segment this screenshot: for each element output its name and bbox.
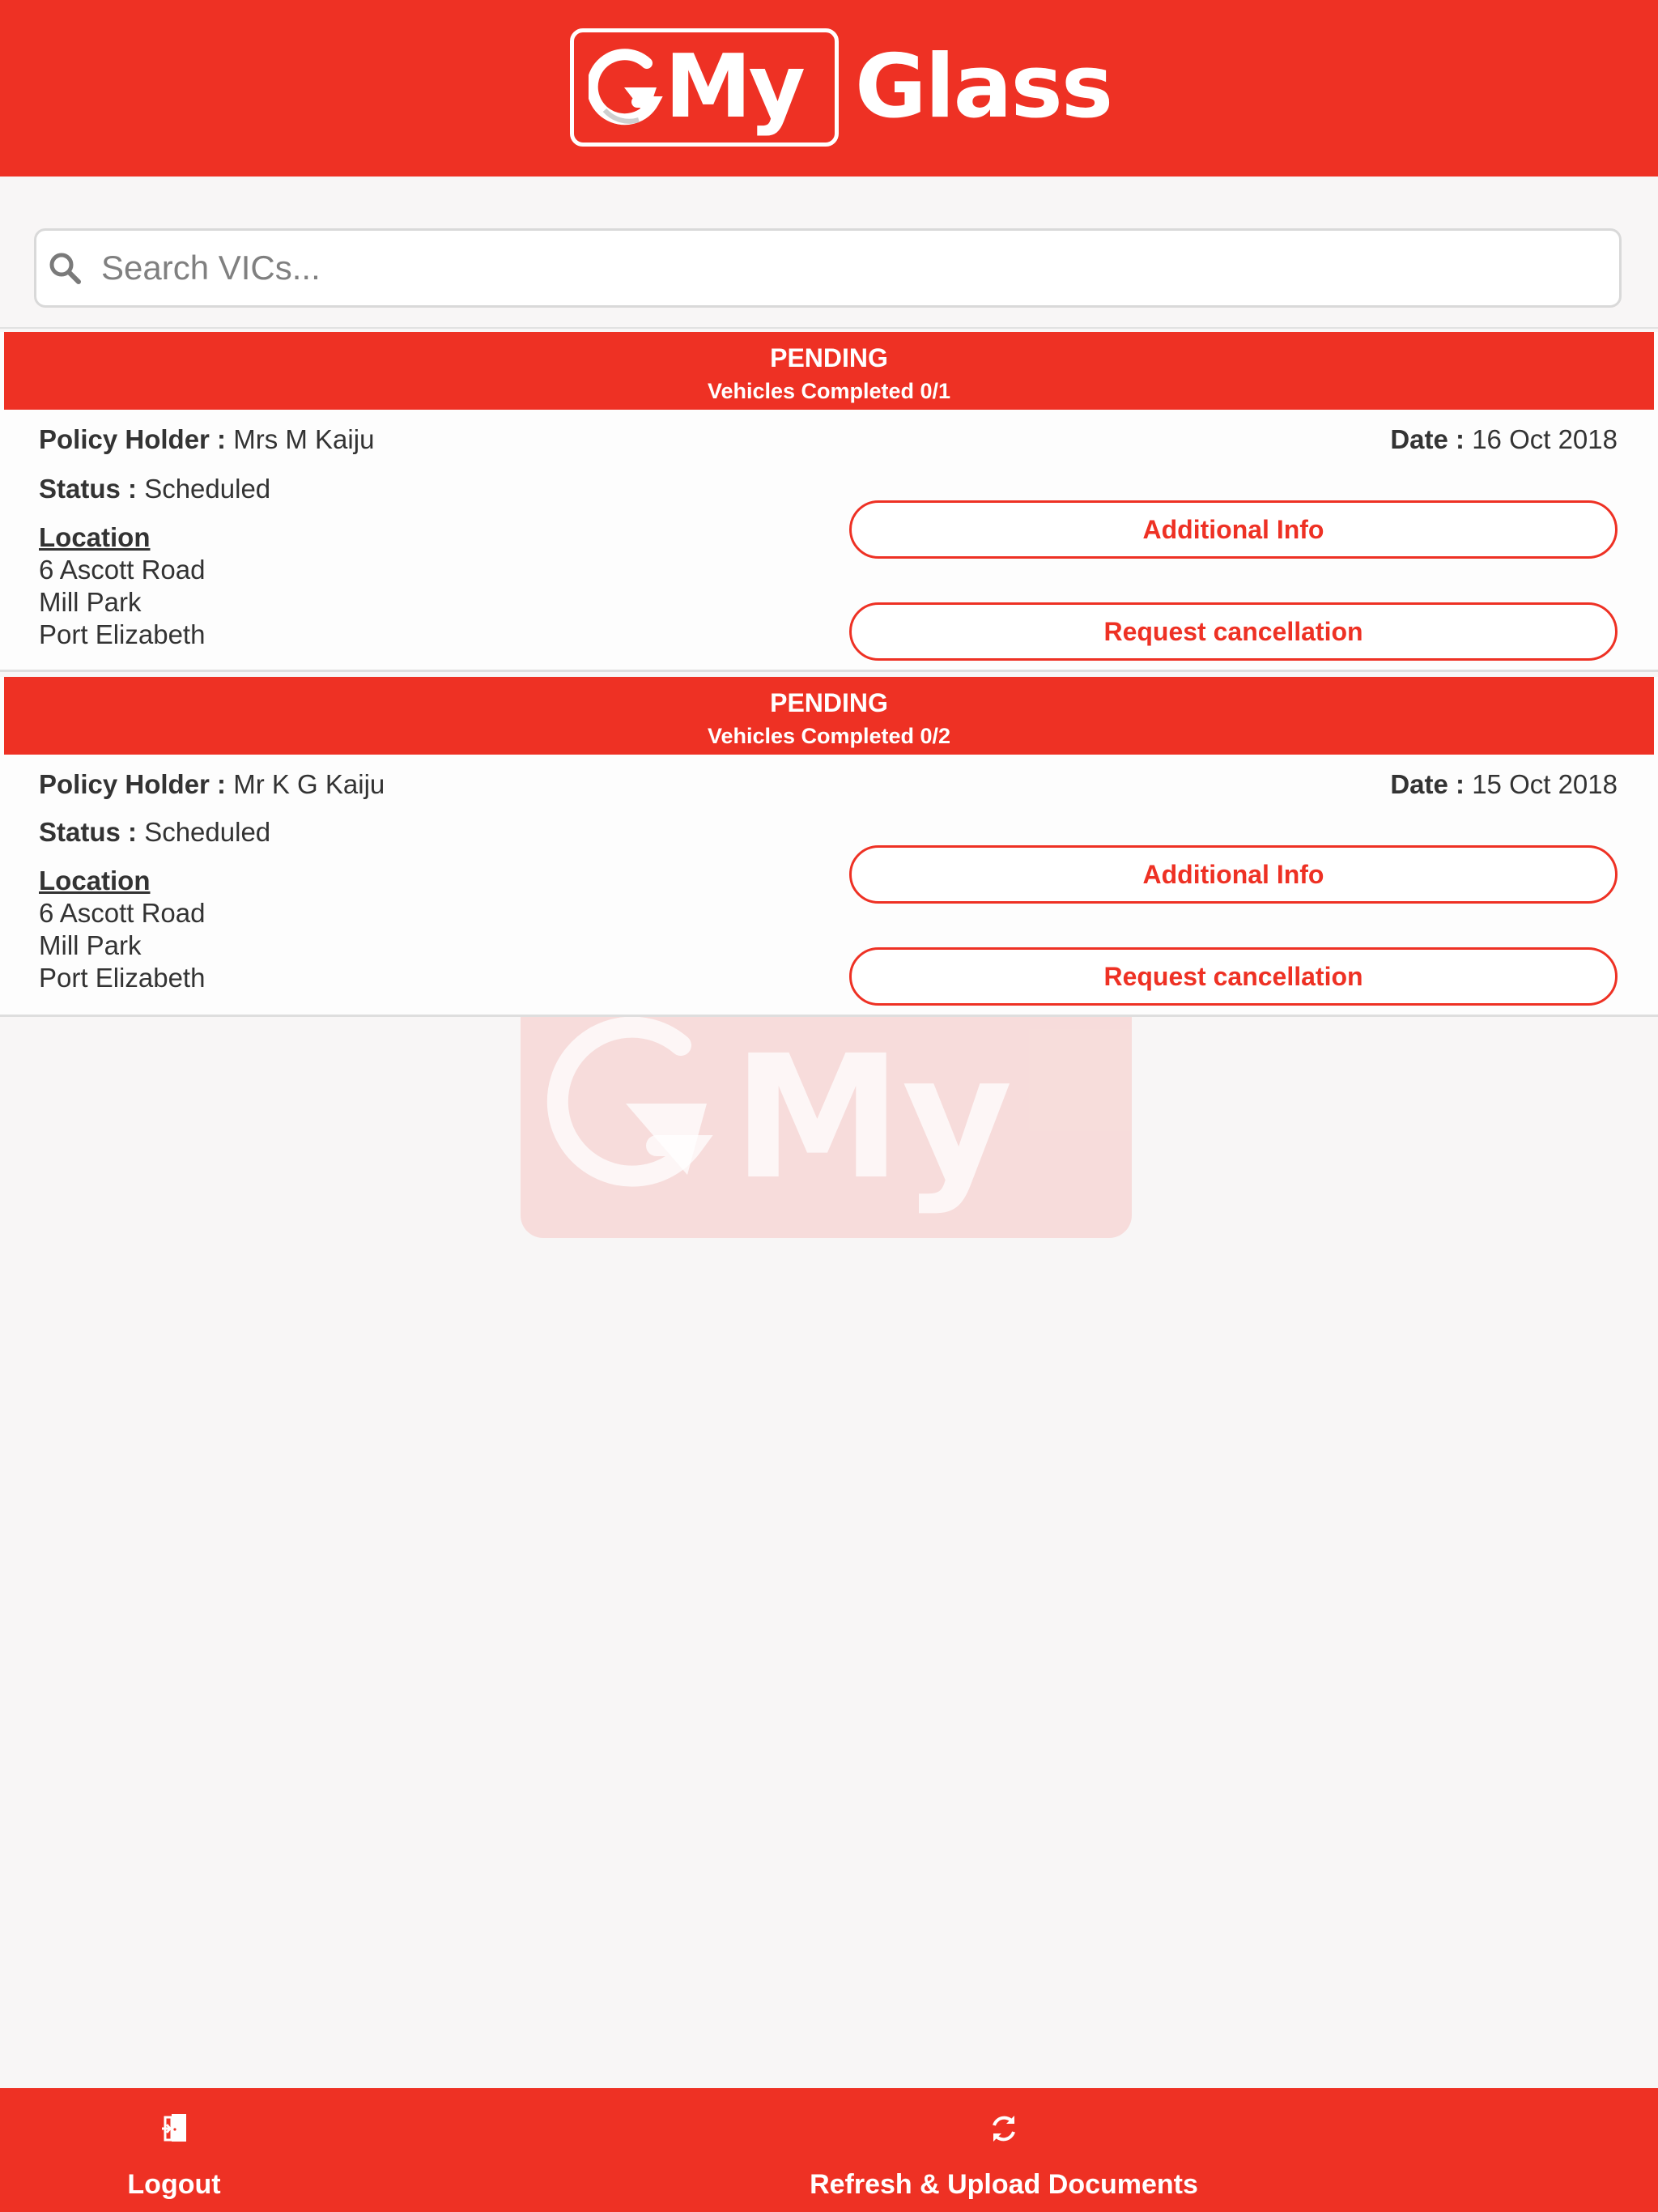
app-header: My Glass	[0, 0, 1658, 177]
search-input[interactable]	[100, 235, 1619, 301]
location-line: Port Elizabeth	[39, 963, 206, 993]
refresh-upload-button[interactable]: Refresh & Upload Documents	[801, 2088, 1206, 2212]
policy-holder-label: Policy Holder :	[39, 769, 227, 799]
additional-info-button[interactable]: Additional Info	[849, 845, 1618, 904]
watermark-text: My	[733, 1019, 1013, 1217]
additional-info-button[interactable]: Additional Info	[849, 500, 1618, 559]
logout-button[interactable]: Logout	[89, 2088, 259, 2212]
policy-holder-value: Mrs M Kaiju	[233, 424, 375, 454]
vehicles-completed-count: Vehicles Completed 0/2	[707, 724, 951, 748]
location-line: Mill Park	[39, 930, 142, 960]
request-cancellation-button[interactable]: Request cancellation	[849, 602, 1618, 661]
date-field: Date : 16 Oct 2018	[1390, 424, 1618, 455]
policy-holder-field: Policy Holder : Mr K G Kaiju	[39, 769, 385, 800]
date-label: Date :	[1390, 769, 1465, 799]
status-field: Status : Scheduled	[39, 817, 270, 848]
vehicles-completed-count: Vehicles Completed 0/1	[707, 379, 951, 403]
request-cancellation-button[interactable]: Request cancellation	[849, 947, 1618, 1006]
logout-door-icon	[162, 2114, 186, 2142]
bottom-toolbar: Logout Refresh & Upload Documents	[0, 2088, 1658, 2212]
location-line: Port Elizabeth	[39, 619, 206, 649]
location-line: Mill Park	[39, 587, 142, 617]
location-heading: Location	[39, 522, 151, 552]
logout-label: Logout	[127, 2169, 221, 2200]
date-field: Date : 15 Oct 2018	[1390, 769, 1618, 800]
card-status-header: PENDING Vehicles Completed 0/2	[4, 677, 1654, 755]
date-label: Date :	[1390, 424, 1465, 454]
refresh-icon	[993, 2116, 1015, 2142]
status-value: Scheduled	[144, 474, 271, 504]
vic-card: PENDING Vehicles Completed 0/1 Policy Ho…	[0, 332, 1658, 672]
refresh-upload-label: Refresh & Upload Documents	[810, 2169, 1198, 2200]
search-bar	[34, 228, 1622, 308]
status-label: Status :	[39, 474, 138, 504]
logo-text-my: My	[665, 36, 806, 138]
card-status-title: PENDING	[770, 343, 888, 372]
date-value: 15 Oct 2018	[1472, 769, 1618, 799]
location-line: 6 Ascott Road	[39, 898, 206, 928]
policy-holder-label: Policy Holder :	[39, 424, 227, 454]
card-status-title: PENDING	[770, 688, 888, 717]
search-divider	[0, 327, 1658, 329]
app-logo: My Glass	[570, 26, 1113, 149]
status-field: Status : Scheduled	[39, 474, 270, 504]
logo-text-glass: Glass	[855, 36, 1113, 138]
policy-holder-value: Mr K G Kaiju	[233, 769, 385, 799]
location-heading: Location	[39, 866, 151, 895]
date-value: 16 Oct 2018	[1472, 424, 1618, 454]
location-line: 6 Ascott Road	[39, 555, 206, 585]
status-value: Scheduled	[144, 817, 271, 847]
policy-holder-field: Policy Holder : Mrs M Kaiju	[39, 424, 374, 455]
search-icon	[49, 253, 81, 284]
status-label: Status :	[39, 817, 138, 847]
card-status-header: PENDING Vehicles Completed 0/1	[4, 332, 1654, 410]
logo-badge: My	[570, 28, 839, 147]
logo-g-arrow-icon	[589, 49, 663, 125]
vic-card: PENDING Vehicles Completed 0/2 Policy Ho…	[0, 677, 1658, 1017]
